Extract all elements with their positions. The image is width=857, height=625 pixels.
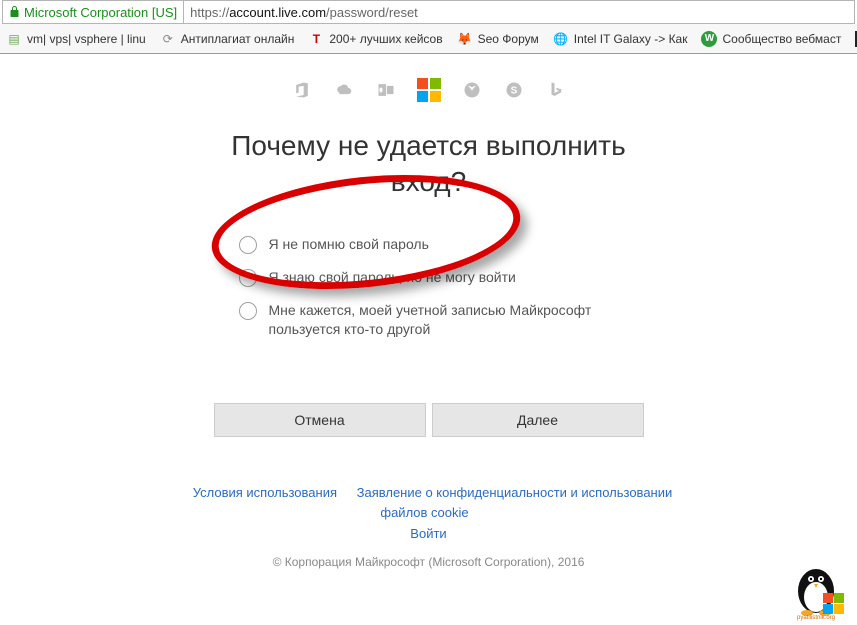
url-scheme: https://	[190, 5, 229, 20]
bookmark-label: Антиплагиат онлайн	[181, 32, 295, 46]
bookmark-label: 200+ лучших кейсов	[329, 32, 442, 46]
microsoft-logo-icon	[417, 78, 441, 102]
radio-icon	[239, 236, 257, 254]
letter-t-icon: T	[308, 31, 324, 47]
bing-icon	[545, 79, 567, 101]
radio-icon	[239, 302, 257, 320]
bookmark-item[interactable]: 🦊 Seo Форум	[457, 31, 539, 47]
button-row: Отмена Далее	[214, 403, 644, 437]
page-icon: ▤	[6, 31, 22, 47]
copyright: © Корпорация Майкрософт (Microsoft Corpo…	[273, 555, 585, 569]
bookmark-label: Seo Форум	[478, 32, 539, 46]
bookmark-label: Intel IT Galaxy -> Как	[574, 32, 688, 46]
footer-links: Условия использования Заявление о конфид…	[179, 483, 679, 545]
signin-link[interactable]: Войти	[410, 526, 446, 541]
bookmark-label: vm| vps| vsphere | linu	[27, 32, 146, 46]
bookmark-item[interactable]: 🌐 Intel IT Galaxy -> Как	[553, 31, 688, 47]
next-button[interactable]: Далее	[432, 403, 644, 437]
ssl-label: Microsoft Corporation [US]	[24, 5, 177, 20]
xbox-icon	[461, 79, 483, 101]
service-icons: S	[291, 78, 567, 102]
option-label: Я не помню свой пароль	[269, 235, 429, 254]
letter-w-icon: W	[701, 31, 717, 47]
reload-icon: ⟳	[160, 31, 176, 47]
radio-icon	[239, 269, 257, 287]
skype-icon: S	[503, 79, 525, 101]
bookmarks-bar: ▤ vm| vps| vsphere | linu ⟳ Антиплагиат …	[0, 24, 857, 54]
lock-icon	[9, 5, 20, 20]
globe-icon: 🌐	[553, 31, 569, 47]
option-label: Мне кажется, моей учетной записью Майкро…	[269, 301, 619, 339]
address-bar: Microsoft Corporation [US] https://accou…	[2, 0, 855, 24]
outlook-icon	[375, 79, 397, 101]
page-title: Почему не удается выполнить вход?	[219, 128, 639, 201]
option-know-password[interactable]: Я знаю свой пароль, но не могу войти	[239, 268, 619, 287]
bookmark-item[interactable]: ▤ vm| vps| vsphere | linu	[6, 31, 146, 47]
option-forgot-password[interactable]: Я не помню свой пароль	[239, 235, 619, 254]
svg-text:pyatilistnik.org: pyatilistnik.org	[797, 615, 835, 621]
cancel-button[interactable]: Отмена	[214, 403, 426, 437]
option-account-compromised[interactable]: Мне кажется, моей учетной записью Майкро…	[239, 301, 619, 339]
bookmark-item[interactable]: T 200+ лучших кейсов	[308, 31, 442, 47]
bookmark-item[interactable]: ⟳ Антиплагиат онлайн	[160, 31, 295, 47]
bookmark-label: Сообщество вебмаст	[722, 32, 841, 46]
fox-icon: 🦊	[457, 31, 473, 47]
bookmark-item[interactable]: W Сообщество вебмаст	[701, 31, 841, 47]
options-group: Я не помню свой пароль Я знаю свой парол…	[239, 235, 619, 353]
url-host: account.live.com	[229, 5, 326, 20]
office-icon	[291, 79, 313, 101]
url-display[interactable]: https://account.live.com/password/reset	[184, 5, 424, 20]
option-label: Я знаю свой пароль, но не могу войти	[269, 268, 516, 287]
svg-text:S: S	[510, 85, 517, 96]
ssl-badge[interactable]: Microsoft Corporation [US]	[3, 1, 184, 23]
onedrive-icon	[333, 79, 355, 101]
privacy-link[interactable]: Заявление о конфиденциальности и использ…	[357, 485, 673, 521]
page-content: S Почему не удается выполнить вход? Я не…	[0, 54, 857, 569]
url-path: /password/reset	[326, 5, 418, 20]
terms-link[interactable]: Условия использования	[193, 485, 337, 500]
